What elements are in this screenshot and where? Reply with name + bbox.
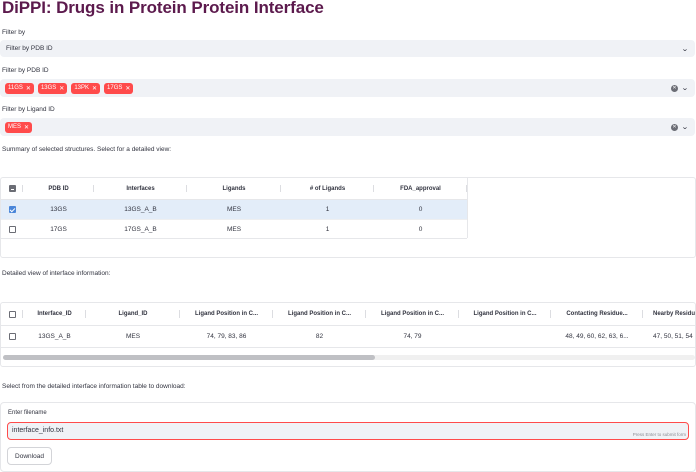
filename-label: Enter filename (8, 410, 47, 416)
column-header[interactable]: FDA_approval (374, 178, 467, 199)
page-title: DiPPI: Drugs in Protein Protein Interfac… (2, 0, 324, 17)
filter-by-value: Filter by PDB ID (6, 45, 53, 52)
column-header[interactable]: Ligand Position in C... (366, 303, 459, 325)
chevron-down-icon[interactable]: ⌄ (681, 84, 689, 92)
row-checkbox[interactable] (8, 332, 16, 340)
column-header[interactable]: Ligand_ID (86, 303, 180, 325)
remove-tag-icon[interactable]: ✕ (24, 124, 29, 131)
row-checkbox[interactable] (8, 206, 16, 213)
column-header[interactable]: Interface_ID (23, 303, 86, 325)
cell-pdb-id: 13GS (50, 206, 67, 213)
table-header: Interface_ID Ligand_ID Ligand Position i… (1, 303, 695, 325)
cell-ligand-id: MES (125, 332, 141, 340)
table-row[interactable]: 17GS 17GS_A_B MES 1 0 (1, 219, 467, 238)
download-form: Enter filename interface_info.txt Press … (0, 402, 696, 472)
pdb-tag[interactable]: 13GS ✕ (37, 82, 68, 94)
cell-ligand-position: 74, 79, 83, 86 (206, 332, 247, 340)
column-header[interactable]: # of Ligands (281, 178, 374, 199)
select-all-cell[interactable] (1, 178, 23, 199)
remove-tag-icon[interactable]: ✕ (26, 85, 31, 92)
cell-interfaces: 13GS_A_B (124, 206, 157, 213)
column-header[interactable]: Ligand Position in C... (180, 303, 273, 325)
download-caption: Select from the detailed interface infor… (2, 383, 186, 390)
table-row[interactable]: 13GS_A_B MES 74, 79, 83, 86 82 74, 79 48… (1, 326, 695, 346)
row-checkbox[interactable] (8, 225, 16, 233)
cell-pdb-id: 17GS (50, 225, 67, 233)
chevron-down-icon[interactable]: ⌄ (681, 45, 689, 53)
column-header[interactable]: Nearby Residu (643, 303, 695, 325)
ligand-filter-label: Filter by Ligand ID (2, 106, 55, 113)
column-header[interactable]: Ligand Position in C... (273, 303, 366, 325)
remove-tag-icon[interactable]: ✕ (92, 85, 97, 92)
cell-nearby-residues: 47, 50, 51, 54 (653, 332, 693, 340)
pdb-tag[interactable]: 11GS ✕ (5, 82, 34, 94)
filename-input[interactable]: interface_info.txt (7, 422, 689, 440)
submit-hint: Press Enter to submit form (632, 432, 686, 437)
cell-num-ligands: 1 (325, 225, 330, 233)
download-button[interactable]: Download (7, 447, 52, 465)
column-header[interactable]: Ligands (187, 178, 281, 199)
pdb-filter-label: Filter by PDB ID (2, 67, 49, 74)
summary-caption: Summary of selected structures. Select f… (2, 146, 172, 153)
table-row[interactable]: 13GS 13GS_A_B MES 1 0 (1, 200, 467, 219)
cell-ligands: MES (226, 206, 242, 213)
table-header: PDB ID Interfaces Ligands # of Ligands F… (1, 178, 467, 199)
clear-all-icon[interactable]: ✕ (671, 84, 678, 92)
column-header[interactable]: Interfaces (94, 178, 187, 199)
select-all-checkbox[interactable] (8, 185, 16, 192)
filter-by-select[interactable]: Filter by PDB ID ⌄ (0, 40, 695, 57)
ligand-multiselect[interactable]: MES ✕ ✕ ⌄ (0, 118, 695, 136)
cell-ligand-position: 82 (315, 332, 324, 340)
cell-fda-approval: 0 (418, 206, 423, 213)
pdb-tag[interactable]: 13PK ✕ (71, 82, 101, 94)
cell-interface-id: 13GS_A_B (38, 332, 71, 340)
clear-all-icon[interactable]: ✕ (671, 123, 678, 131)
column-header[interactable]: PDB ID (23, 178, 94, 199)
select-all-checkbox[interactable] (8, 310, 16, 318)
cell-num-ligands: 1 (325, 206, 330, 213)
pdb-multiselect[interactable]: 11GS ✕ 13GS ✕ 13PK ✕ 17GS ✕ ✕ ⌄ (0, 79, 695, 97)
chevron-down-icon[interactable]: ⌄ (681, 123, 689, 131)
detail-table: Interface_ID Ligand_ID Ligand Position i… (0, 302, 696, 367)
cell-ligand-position: 74, 79 (403, 332, 422, 340)
column-header[interactable]: Ligand Position in C... (459, 303, 551, 325)
cell-contacting-residues: 48, 49, 60, 62, 63, 6... (565, 332, 629, 340)
filter-by-label: Filter by (2, 29, 26, 36)
summary-table: PDB ID Interfaces Ligands # of Ligands F… (0, 177, 696, 258)
horizontal-scrollbar[interactable] (3, 355, 695, 360)
ligand-tag[interactable]: MES ✕ (5, 121, 33, 133)
column-header[interactable]: Contacting Residue... (551, 303, 643, 325)
cell-ligands: MES (226, 225, 242, 233)
cell-interfaces: 17GS_A_B (124, 225, 157, 233)
pdb-tag[interactable]: 17GS ✕ (104, 82, 134, 94)
remove-tag-icon[interactable]: ✕ (125, 85, 130, 92)
scrollbar-thumb[interactable] (3, 355, 375, 360)
remove-tag-icon[interactable]: ✕ (59, 85, 64, 92)
cell-fda-approval: 0 (418, 225, 423, 233)
detail-caption: Detailed view of interface information: (2, 270, 111, 277)
cell-ligand-position (459, 326, 551, 346)
